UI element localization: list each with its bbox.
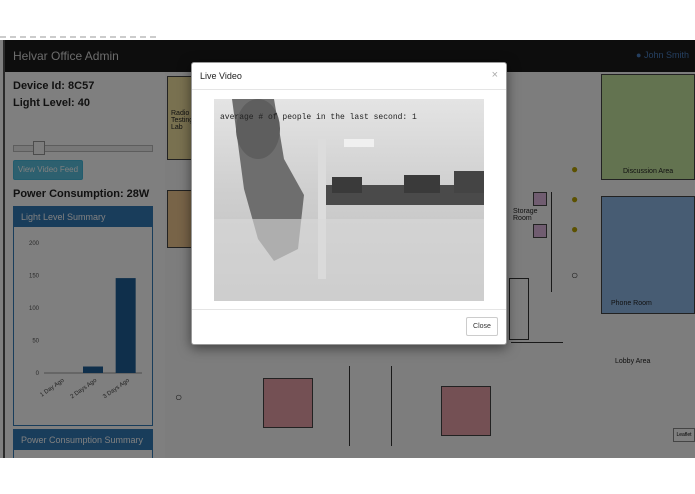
browser-strip (0, 0, 695, 40)
modal-divider (192, 89, 506, 90)
video-caption: average # of people in the last second: … (220, 113, 417, 122)
modal-divider (192, 309, 506, 310)
close-button[interactable]: Close (466, 317, 498, 336)
close-icon[interactable]: × (492, 69, 498, 81)
video-frame-image (214, 99, 484, 301)
live-video-modal: Live Video × average # of people in the … (191, 62, 507, 345)
truncated-url-bar (0, 36, 160, 38)
modal-title: Live Video (200, 71, 242, 81)
live-video-feed: average # of people in the last second: … (214, 99, 484, 301)
